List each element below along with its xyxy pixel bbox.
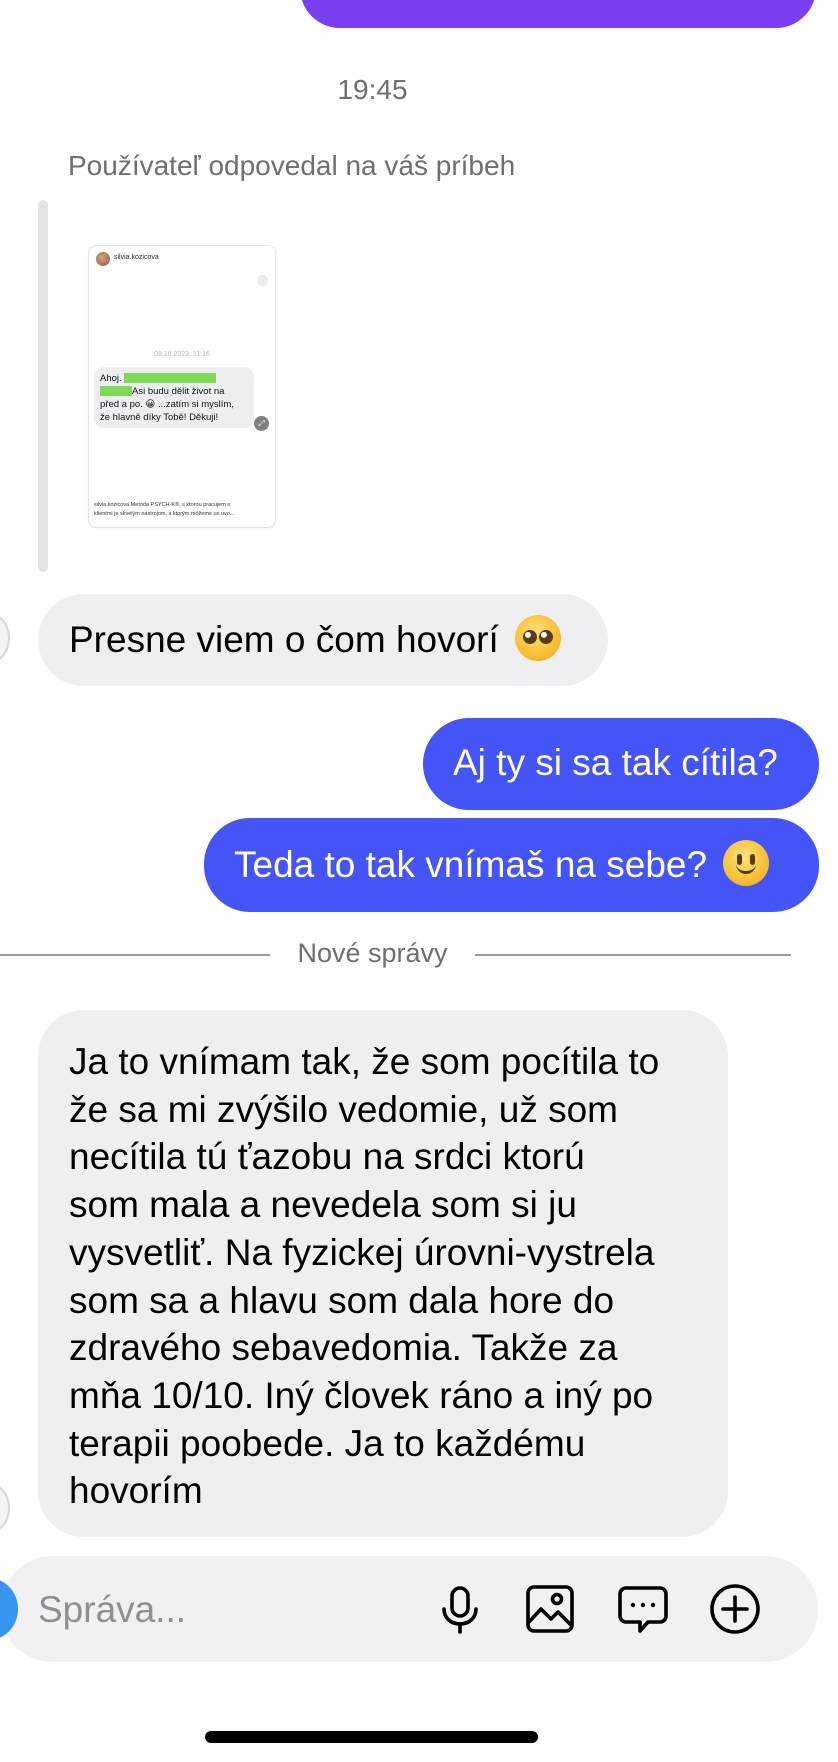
incoming-message-bubble[interactable]: Presne viem o čom hovorí — [38, 594, 608, 686]
message-timestamp: 19:45 — [337, 74, 408, 105]
info-icon — [257, 275, 268, 286]
story-author-avatar — [96, 252, 110, 266]
plus-icon[interactable] — [708, 1582, 762, 1636]
divider-line — [475, 954, 791, 956]
message-text: Teda to tak vnímaš na sebe? — [234, 844, 708, 885]
story-message-date: 08.10.2023, 11:16 — [154, 351, 210, 358]
message-text: Aj ty si sa tak cítila? — [453, 742, 778, 783]
new-messages-divider: Nové správy — [297, 938, 448, 968]
redaction-mark — [124, 373, 217, 384]
outgoing-message-bubble[interactable]: Aj ty si sa tak cítila? — [423, 718, 819, 810]
incoming-message-bubble[interactable]: Ja to vnímam tak, že som pocítila to že … — [38, 1010, 728, 1537]
story-reply-bar — [38, 200, 48, 572]
message-line: mňa 10/10. Iný človek ráno a iný po — [69, 1374, 654, 1416]
home-indicator — [205, 1731, 538, 1743]
microphone-icon[interactable] — [433, 1582, 487, 1636]
redaction-mark — [100, 386, 132, 397]
outgoing-message-bubble[interactable]: Teda to tak vnímaš na sebe? — [204, 818, 819, 912]
story-caption: silvia.kozicova Metóda PSYCH-K®, s ktoro… — [94, 501, 274, 519]
pleading-face-icon — [515, 615, 562, 661]
story-message-line: Asi budu dělit život na — [132, 386, 225, 397]
sender-avatar[interactable] — [0, 1484, 10, 1532]
story-message-bubble: Ahoj. Asi budu dělit život na před a po.… — [94, 367, 254, 428]
expand-icon: ⤢ — [254, 416, 269, 431]
message-line: necítila tú ťazobu na srdci ktorú — [69, 1136, 585, 1178]
story-message-line: že hlavně díky Tobě! Děkuji! — [100, 412, 219, 423]
message-line: zdravého sebavedomia. Takže za — [69, 1327, 618, 1369]
story-reply-note: Používateľ odpovedal na váš príbeh — [68, 150, 516, 181]
story-caption-line: klientmi je skvelým nástrojom, s ktorým … — [94, 511, 235, 517]
message-line: terapii poobede. Ja to každému — [69, 1422, 586, 1464]
story-preview[interactable]: silvia.kozicova 08.10.2023, 11:16 Ahoj. … — [88, 245, 276, 528]
message-text: Presne viem o čom hovorí — [69, 619, 499, 660]
message-line: vysvetliť. Na fyzickej úrovni-vystrela — [69, 1231, 655, 1273]
story-message-line: před a po. 😀 ...zatím si myslím, — [100, 399, 234, 410]
message-input[interactable] — [38, 1585, 418, 1635]
story-caption-line: silvia.kozicova Metóda PSYCH-K®, s ktoro… — [94, 502, 231, 508]
story-message-line: Ahoj. — [100, 373, 125, 384]
slightly-smiling-face-icon — [723, 840, 770, 886]
message-line: Ja to vnímam tak, že som pocítila to — [69, 1041, 660, 1082]
message-line: že sa mi zvýšilo vedomie, už som — [69, 1088, 619, 1130]
message-line: som mala a nevedela som si ju — [69, 1184, 577, 1226]
divider-line — [0, 954, 270, 956]
gallery-icon[interactable] — [523, 1582, 577, 1636]
message-line: som sa a hlavu som dala hore do — [69, 1279, 615, 1321]
sticker-chat-icon[interactable] — [616, 1582, 670, 1636]
story-author-username: silvia.kozicova — [114, 254, 159, 261]
message-line: hovorím — [69, 1470, 203, 1512]
sender-avatar[interactable] — [0, 614, 10, 662]
previous-outgoing-bubble[interactable] — [300, 0, 816, 28]
